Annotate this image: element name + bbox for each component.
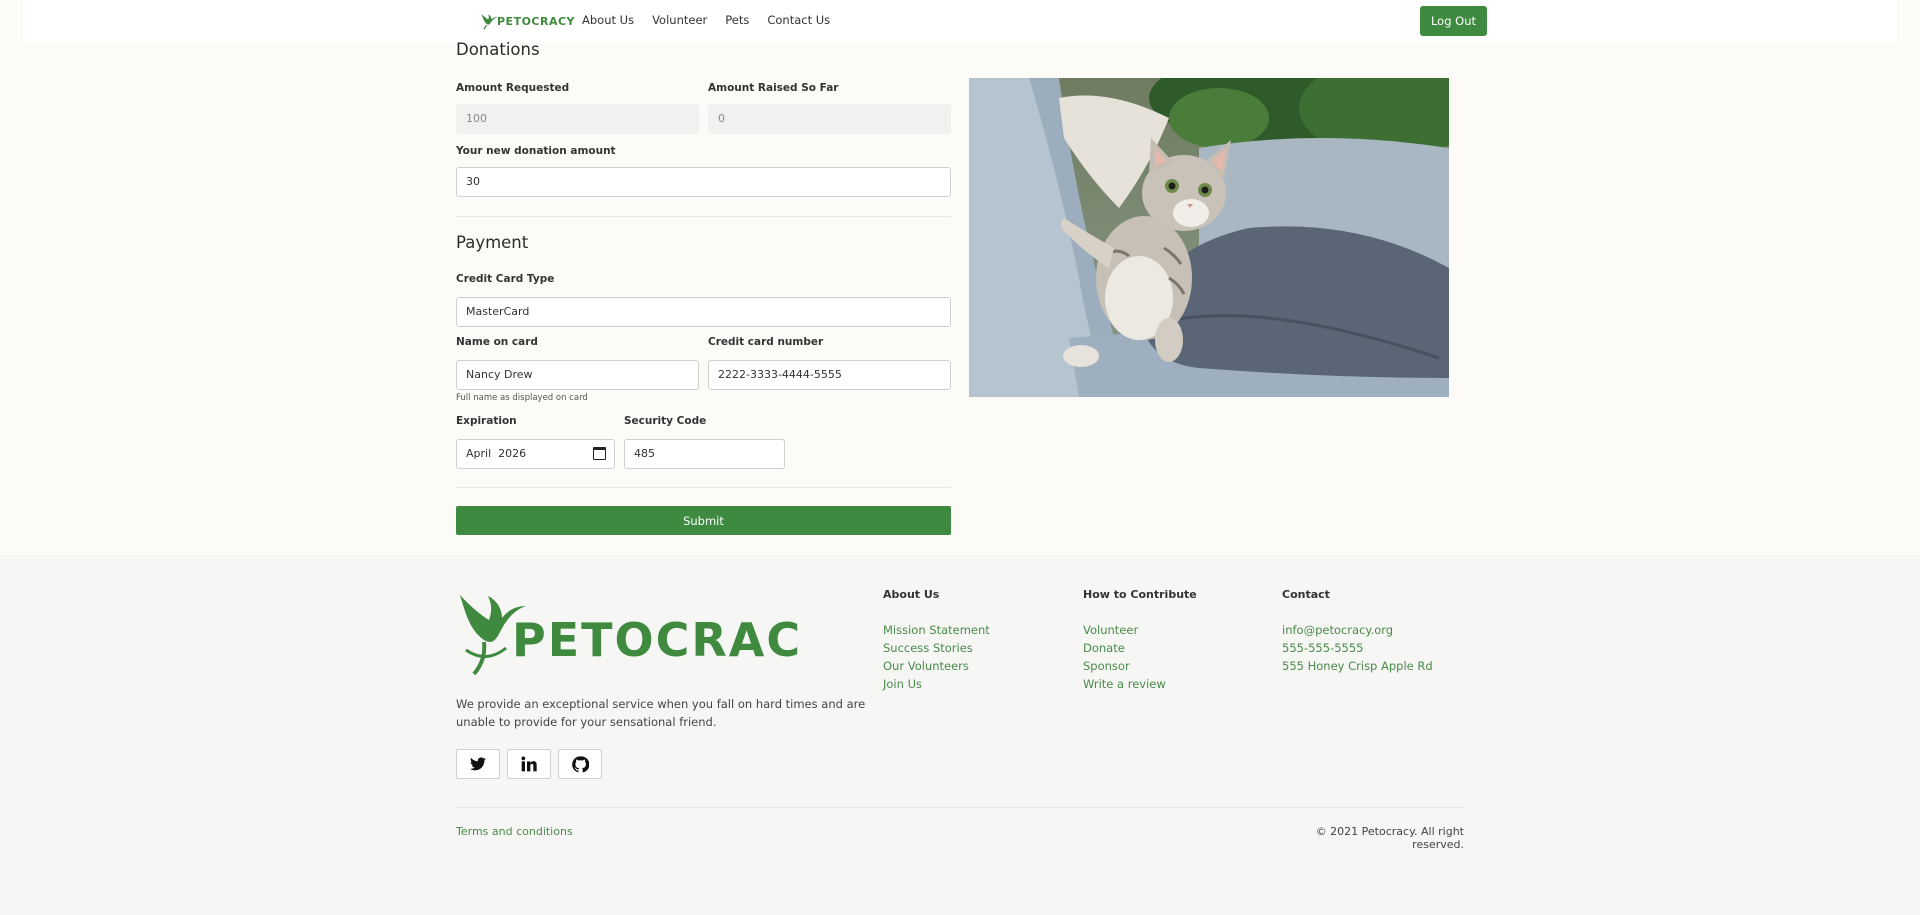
terms-link[interactable]: Terms and conditions — [456, 825, 573, 838]
new-donation-input[interactable]: 30 — [456, 167, 951, 197]
payment-heading: Payment — [456, 233, 529, 252]
brand-name: PETOCRACY — [497, 14, 576, 28]
card-type-select[interactable]: MasterCard — [456, 297, 951, 327]
card-number-input[interactable]: 2222-3333-4444-5555 — [708, 360, 951, 390]
kitten-on-sofa-image — [969, 78, 1449, 397]
footer-column-contact: Contact info@petocracy.org 555-555-5555 … — [1282, 588, 1433, 675]
footer-brand-logo-text: PETOCRACY — [512, 613, 801, 667]
footer-description: We provide an exceptional service when y… — [456, 697, 866, 729]
nav-links: About Us Volunteer Pets Contact Us — [582, 13, 848, 27]
nav-link-volunteer[interactable]: Volunteer — [652, 13, 707, 27]
copyright-text: © 2021 Petocracy. All right reserved. — [1315, 825, 1464, 851]
footer-link-our-volunteers[interactable]: Our Volunteers — [883, 657, 990, 675]
kitten-photo — [969, 78, 1449, 397]
expiration-value: April 2026 — [466, 447, 527, 460]
amount-requested-label: Amount Requested — [456, 82, 570, 94]
footer-link-phone[interactable]: 555-555-5555 — [1282, 639, 1433, 657]
footer-link-mission-statement[interactable]: Mission Statement — [883, 621, 990, 639]
donations-heading: Donations — [456, 40, 540, 59]
footer: PETOCRACY We provide an exceptional serv… — [0, 555, 1920, 915]
bird-logo-icon — [481, 14, 498, 30]
security-code-input[interactable]: 485 — [624, 439, 785, 469]
submit-button[interactable]: Submit — [456, 506, 951, 535]
logout-button[interactable]: Log Out — [1420, 6, 1487, 36]
linkedin-icon — [521, 756, 537, 772]
footer-column-contribute: How to Contribute Volunteer Donate Spons… — [1083, 588, 1197, 693]
footer-column-title: Contact — [1282, 588, 1330, 601]
name-on-card-hint: Full name as displayed on card — [456, 393, 588, 403]
calendar-icon[interactable] — [593, 447, 606, 460]
amount-raised-label: Amount Raised So Far — [708, 82, 839, 94]
footer-logo[interactable]: PETOCRACY — [456, 590, 835, 684]
nav-link-pets[interactable]: Pets — [725, 13, 749, 27]
navbar: PETOCRACY About Us Volunteer Pets Contac… — [23, 0, 1897, 42]
nav-link-contact-us[interactable]: Contact Us — [767, 13, 830, 27]
security-code-label: Security Code — [624, 415, 707, 427]
footer-link-success-stories[interactable]: Success Stories — [883, 639, 990, 657]
card-type-label: Credit Card Type — [456, 273, 555, 285]
brand-logo-link[interactable]: PETOCRACY — [479, 11, 575, 31]
github-icon — [571, 755, 589, 772]
twitter-button[interactable] — [456, 749, 500, 779]
amount-raised-field: 0 — [708, 104, 951, 134]
amount-requested-field: 100 — [456, 104, 699, 134]
footer-column-about: About Us Mission Statement Success Stori… — [883, 588, 990, 693]
footer-link-sponsor[interactable]: Sponsor — [1083, 657, 1197, 675]
divider — [456, 216, 951, 217]
footer-column-title: About Us — [883, 588, 940, 601]
footer-link-write-review[interactable]: Write a review — [1083, 675, 1197, 693]
footer-link-address[interactable]: 555 Honey Crisp Apple Rd — [1282, 657, 1433, 675]
card-number-label: Credit card number — [708, 336, 824, 348]
footer-column-title: How to Contribute — [1083, 588, 1197, 601]
linkedin-button[interactable] — [507, 749, 551, 779]
footer-divider — [456, 807, 1464, 808]
navbar-inner: PETOCRACY About Us Volunteer Pets Contac… — [479, 0, 1487, 42]
footer-link-donate[interactable]: Donate — [1083, 639, 1197, 657]
footer-link-volunteer[interactable]: Volunteer — [1083, 621, 1197, 639]
petocracy-logo-icon: PETOCRACY — [460, 595, 835, 676]
name-on-card-input[interactable]: Nancy Drew — [456, 360, 699, 390]
github-button[interactable] — [558, 749, 602, 779]
footer-link-join-us[interactable]: Join Us — [883, 675, 990, 693]
footer-link-email[interactable]: info@petocracy.org — [1282, 621, 1433, 639]
divider — [456, 487, 951, 488]
expiration-label: Expiration — [456, 415, 517, 427]
twitter-icon — [470, 757, 486, 771]
nav-link-about-us[interactable]: About Us — [582, 13, 634, 27]
name-on-card-label: Name on card — [456, 336, 538, 348]
new-donation-label: Your new donation amount — [456, 145, 616, 157]
expiration-input[interactable]: April 2026 — [456, 439, 615, 469]
